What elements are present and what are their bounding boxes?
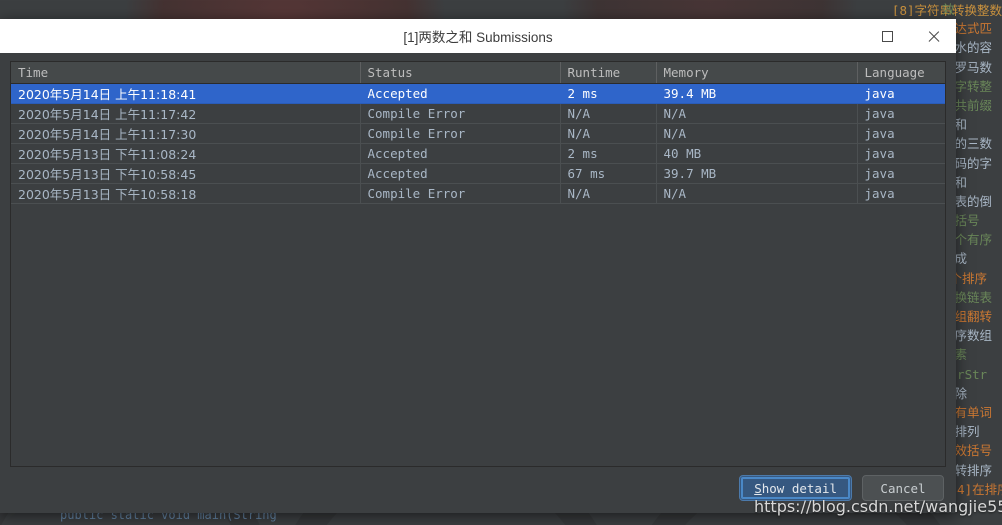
cancel-label: Cancel	[880, 480, 926, 496]
cell-language: java	[857, 83, 945, 104]
cell-memory: 39.4 MB	[656, 83, 858, 104]
cell-runtime: N/A	[560, 183, 657, 204]
cell-runtime: 2 ms	[560, 143, 657, 164]
table-body: 2020年5月14日 上午11:18:41 Accepted 2 ms 39.4 MB…	[11, 83, 945, 204]
cell-status: Compile Error	[360, 183, 561, 204]
cell-status: Compile Error	[360, 123, 561, 144]
maximize-icon	[881, 30, 893, 42]
dialog-footer: Show detail Cancel	[739, 475, 944, 501]
cell-runtime: 67 ms	[560, 163, 657, 184]
cell-memory: N/A	[656, 123, 858, 144]
cell-language: java	[857, 103, 945, 124]
table-header: Time Status Runtime Memory Language	[11, 62, 945, 84]
table-row[interactable]: 2020年5月14日 上午11:17:42 Compile Error N/A N/A…	[11, 103, 945, 124]
cell-time: 2020年5月14日 上午11:17:42	[11, 103, 361, 124]
close-icon	[927, 30, 940, 43]
screen: [8]字符串转换整数 效表达式匹多水的容转罗马数数字转整公共前缀之和近的三数号码…	[0, 0, 1002, 525]
cell-time: 2020年5月13日 下午10:58:45	[11, 163, 361, 184]
column-header-runtime[interactable]: Runtime	[560, 62, 657, 84]
table-row[interactable]: 2020年5月13日 下午11:08:24 Accepted 2 ms 40 MB ja…	[11, 143, 945, 164]
cell-time: 2020年5月13日 下午10:58:18	[11, 183, 361, 204]
cell-runtime: N/A	[560, 123, 657, 144]
show-detail-button[interactable]: Show detail	[739, 475, 852, 501]
close-button[interactable]	[910, 19, 956, 53]
submissions-dialog: [1]两数之和 Submissions Time Status Runtime …	[0, 19, 956, 513]
window-controls	[864, 19, 956, 53]
submissions-table-panel[interactable]: Time Status Runtime Memory Language 2020…	[10, 61, 946, 467]
cell-status: Accepted	[360, 163, 561, 184]
background-list-item: 效	[942, 2, 955, 17]
cell-memory: 39.7 MB	[656, 163, 858, 184]
cancel-button[interactable]: Cancel	[862, 475, 944, 501]
cell-language: java	[857, 143, 945, 164]
table-row[interactable]: 2020年5月13日 下午10:58:45 Accepted 67 ms 39.7 M…	[11, 163, 945, 184]
cell-language: java	[857, 123, 945, 144]
column-header-language[interactable]: Language	[857, 62, 945, 84]
show-detail-label: how detail	[761, 480, 837, 496]
cell-language: java	[857, 183, 945, 204]
cell-runtime: N/A	[560, 103, 657, 124]
cell-status: Accepted	[360, 83, 561, 104]
maximize-button[interactable]	[864, 19, 910, 53]
column-header-status[interactable]: Status	[360, 62, 561, 84]
table-row[interactable]: 2020年5月14日 上午11:17:30 Compile Error N/A N/A…	[11, 123, 945, 144]
cell-time: 2020年5月14日 上午11:17:30	[11, 123, 361, 144]
column-header-memory[interactable]: Memory	[656, 62, 858, 84]
cell-language: java	[857, 163, 945, 184]
dialog-body: Time Status Runtime Memory Language 2020…	[0, 53, 956, 513]
cell-status: Compile Error	[360, 103, 561, 124]
cell-memory: 40 MB	[656, 143, 858, 164]
dialog-titlebar[interactable]: [1]两数之和 Submissions	[0, 19, 956, 53]
cell-memory: N/A	[656, 183, 858, 204]
table-row[interactable]: 2020年5月14日 上午11:18:41 Accepted 2 ms 39.4 MB…	[11, 83, 945, 104]
column-header-time[interactable]: Time	[11, 62, 361, 84]
submissions-table: Time Status Runtime Memory Language 2020…	[11, 62, 945, 204]
dialog-title: [1]两数之和 Submissions	[403, 30, 553, 45]
cell-time: 2020年5月14日 上午11:18:41	[11, 83, 361, 104]
table-header-row: Time Status Runtime Memory Language	[11, 62, 945, 84]
cell-time: 2020年5月13日 下午11:08:24	[11, 143, 361, 164]
table-row[interactable]: 2020年5月13日 下午10:58:18 Compile Error N/A N/A…	[11, 183, 945, 204]
cell-runtime: 2 ms	[560, 83, 657, 104]
show-detail-mnemonic: S	[754, 480, 762, 496]
cell-memory: N/A	[656, 103, 858, 124]
cell-status: Accepted	[360, 143, 561, 164]
